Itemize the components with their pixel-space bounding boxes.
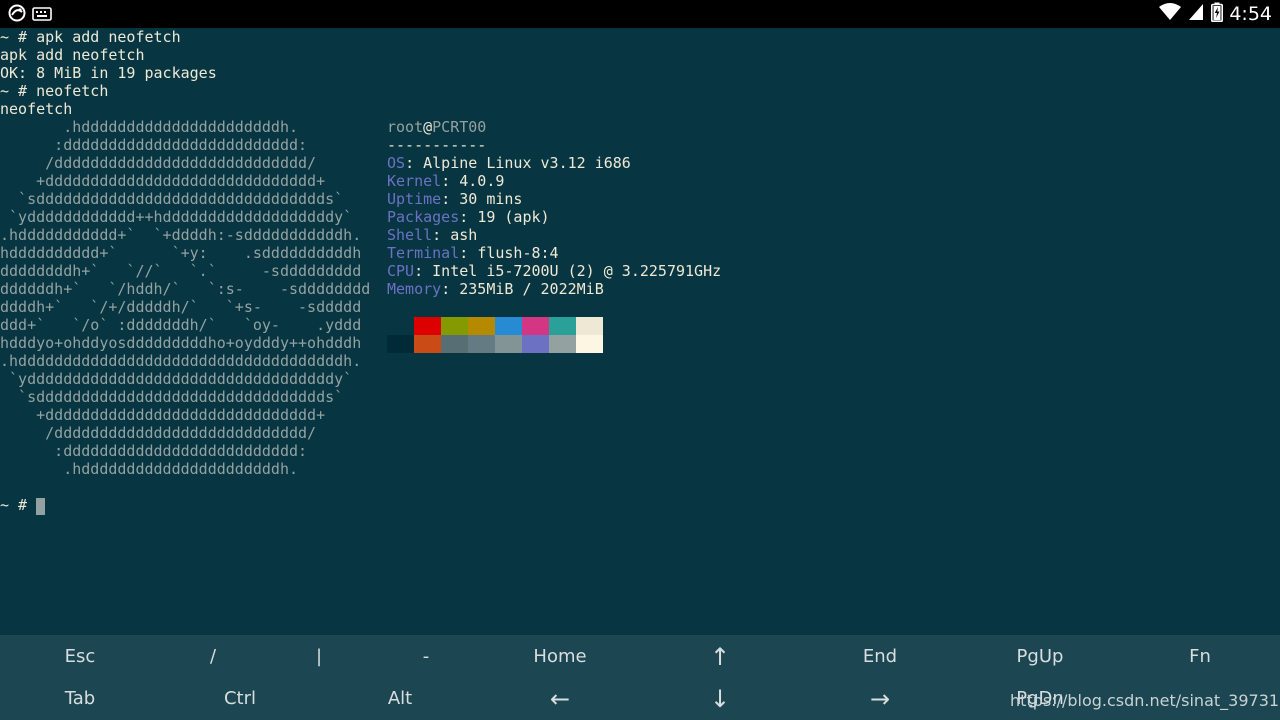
shell-prompt: ~ # <box>0 496 28 514</box>
info-key: Memory <box>387 280 442 298</box>
logo-line: .hddddddddddd+` `+ddddh:-sdddddddddddh. <box>0 226 362 244</box>
key-home[interactable]: Home <box>480 645 640 669</box>
palette-swatch <box>414 335 441 353</box>
info-packages: Packages: 19 (apk) <box>387 208 550 226</box>
info-value: 30 mins <box>459 190 523 208</box>
terminal-line: ~ # neofetch <box>0 82 109 100</box>
palette-swatch <box>576 335 603 353</box>
logo-line: /dddddddddddddddddddddddddddd/ <box>0 424 317 442</box>
key-left-arrow[interactable]: ← <box>480 687 640 711</box>
battery-icon <box>1211 2 1224 26</box>
info-value: ash <box>450 226 478 244</box>
info-key: Uptime <box>387 190 442 208</box>
info-os: OS: Alpine Linux v3.12 i686 <box>387 154 631 172</box>
info-key: Kernel <box>387 172 442 190</box>
key-up-arrow[interactable]: ↑ <box>640 645 800 669</box>
info-terminal: Terminal: flush-8:4 <box>387 244 559 262</box>
info-value: 4.0.9 <box>459 172 505 190</box>
info-memory: Memory: 235MiB / 2022MiB <box>387 280 604 298</box>
info-key: Packages <box>387 208 460 226</box>
palette-swatch <box>468 335 495 353</box>
wifi-icon <box>1159 2 1182 26</box>
watermark: https://blog.csdn.net/sinat_39731389 <box>1010 691 1280 710</box>
logo-line: .hddddddddddddddddddddddh. <box>0 460 299 478</box>
palette-swatch <box>387 335 414 353</box>
palette-swatch <box>468 317 495 335</box>
info-host: PCRT00 <box>432 118 487 136</box>
key-down-arrow[interactable]: ↓ <box>640 687 800 711</box>
logo-line: `sdddddddddddddddddddddddddddddddds` <box>0 190 344 208</box>
status-clock: 4:54 <box>1229 3 1272 25</box>
logo-line: +dddddddddddddddddddddddddddddd+ <box>0 172 326 190</box>
terminal-line: ~ # apk add neofetch <box>0 28 181 46</box>
info-shell: Shell: ash <box>387 226 478 244</box>
info-separator: ----------- <box>387 136 487 154</box>
palette-swatch <box>441 335 468 353</box>
info-key: Shell <box>387 226 433 244</box>
info-kernel: Kernel: 4.0.9 <box>387 172 505 190</box>
info-uptime: Uptime: 30 mins <box>387 190 523 208</box>
palette-swatch <box>522 317 549 335</box>
android-notification-icon <box>8 4 26 26</box>
info-value: flush-8:4 <box>477 244 559 262</box>
info-value: Alpine Linux v3.12 i686 <box>423 154 631 172</box>
logo-line: ddd+` `/o` :dddddddh/` `oy- .yddd <box>0 316 362 334</box>
text-cursor <box>36 498 45 515</box>
info-value: 235MiB / 2022MiB <box>459 280 604 298</box>
keyboard-icon <box>32 6 52 25</box>
info-value: 19 (apk) <box>477 208 550 226</box>
key-fn[interactable]: Fn <box>1120 645 1280 669</box>
info-key: CPU <box>387 262 415 280</box>
signal-icon <box>1187 2 1205 26</box>
logo-line: +dddddddddddddddddddddddddddddd+ <box>0 406 326 424</box>
logo-line: `yddddddddddddddddddddddddddddddddddy` <box>0 370 353 388</box>
palette-swatch <box>441 317 468 335</box>
info-at: @ <box>423 118 433 136</box>
logo-line: .hddddddddddddddddddddddddddddddddddddh. <box>0 352 362 370</box>
terminal-line: OK: 8 MiB in 19 packages <box>0 64 217 82</box>
key-pgup[interactable]: PgUp <box>960 645 1120 669</box>
logo-line: hdddyo+ohddyosdddddddddho+oydddy++ohdddh <box>0 334 362 352</box>
logo-line: `sdddddddddddddddddddddddddddddddds` <box>0 388 344 406</box>
logo-line: ddddh+` `/+/dddddh/` `+s- -sddddd <box>0 298 362 316</box>
info-title: root@PCRT00 <box>387 118 486 136</box>
palette-swatch <box>549 317 576 335</box>
logo-line: :dddddddddddddddddddddddddd: <box>0 442 308 460</box>
palette-swatch <box>414 317 441 335</box>
logo-line: :dddddddddddddddddddddddddd: <box>0 136 308 154</box>
logo-line: ddddddddh+` `//` `.` -sddddddddd <box>0 262 362 280</box>
logo-line: ddddddh+` `/hddh/` `:s- -sdddddddd <box>0 280 371 298</box>
palette-swatch <box>549 335 576 353</box>
info-key: OS <box>387 154 406 172</box>
key-right-arrow[interactable]: → <box>800 687 960 711</box>
logo-line: .hddddddddddddddddddddddh. <box>0 118 299 136</box>
key-alt[interactable]: Alt <box>320 687 480 711</box>
palette-swatch <box>522 335 549 353</box>
palette-swatch <box>495 317 522 335</box>
palette-swatch <box>495 335 522 353</box>
palette-swatch <box>387 317 414 335</box>
terminal-view[interactable]: ~ # apk add neofetch apk add neofetch OK… <box>0 28 1280 635</box>
terminal-line: neofetch <box>0 100 73 118</box>
logo-line: /dddddddddddddddddddddddddddd/ <box>0 154 317 172</box>
logo-line: hdddddddddd+` `+y: .sddddddddddh <box>0 244 362 262</box>
info-key: Terminal <box>387 244 460 262</box>
terminal-line: apk add neofetch <box>0 46 145 64</box>
info-cpu: CPU: Intel i5-7200U (2) @ 3.225791GHz <box>387 262 722 280</box>
key-tab[interactable]: Tab <box>0 687 160 711</box>
status-left-icons <box>8 4 52 26</box>
status-right-icons: 4:54 <box>1159 2 1272 26</box>
status-bar: 4:54 <box>0 0 1280 28</box>
logo-line: `ydddddddddddd++hdddddddddddddddddddy` <box>0 208 353 226</box>
key-ctrl[interactable]: Ctrl <box>160 687 320 711</box>
info-user: root <box>387 118 424 136</box>
info-value: Intel i5-7200U (2) @ 3.225791GHz <box>432 262 722 280</box>
palette-swatch <box>576 317 603 335</box>
key-end[interactable]: End <box>800 645 960 669</box>
